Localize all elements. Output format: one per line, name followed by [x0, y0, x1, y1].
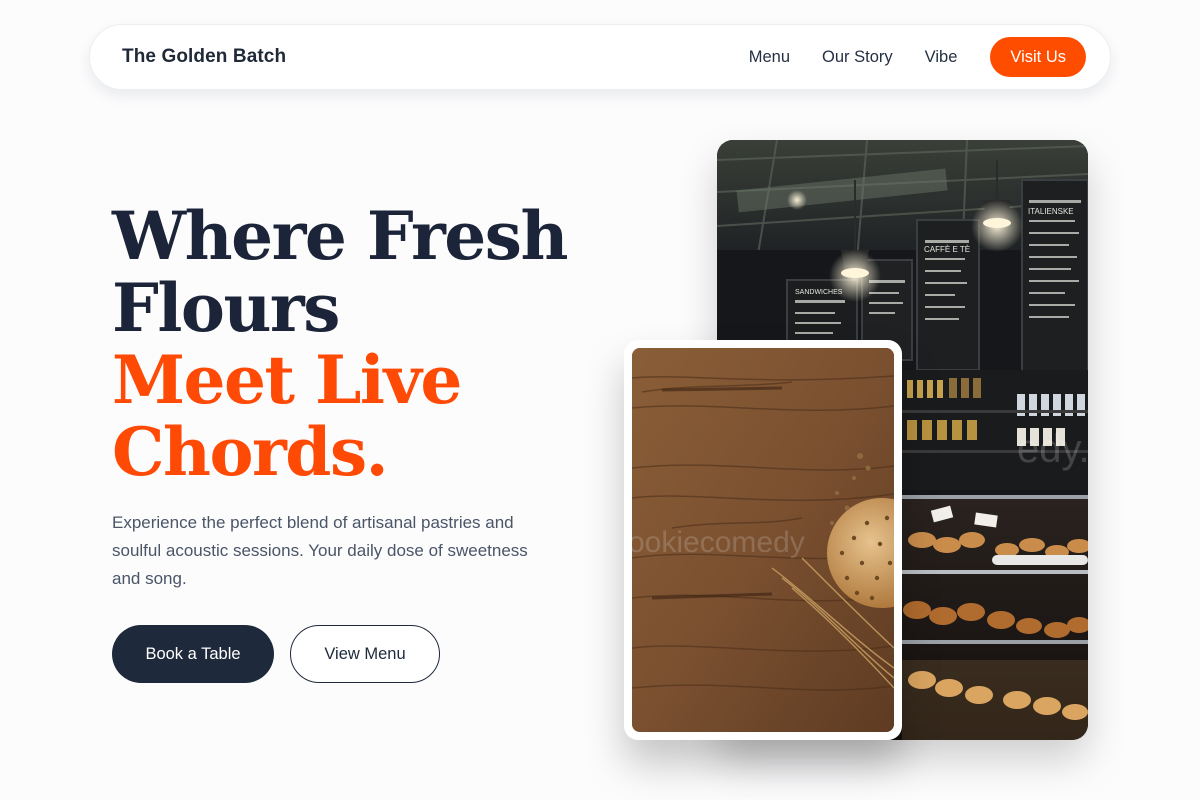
wood-watermark: ookiecomedy: [632, 526, 805, 559]
book-table-button[interactable]: Book a Table: [112, 625, 274, 683]
bakery-watermark: edy.co: [1017, 427, 1088, 471]
nav-link-our-story[interactable]: Our Story: [822, 48, 893, 67]
nav-link-menu[interactable]: Menu: [749, 48, 790, 67]
wood-table-photo: ookiecomedy: [632, 348, 894, 732]
hero-description: Experience the perfect blend of artisana…: [112, 513, 528, 588]
hero-title-line-1: Where Fresh: [112, 197, 568, 275]
hero-title-line-4: Chords.: [112, 413, 389, 491]
hero-title-line-2: Flours: [112, 269, 340, 347]
navbar: The Golden Batch Menu Our Story Vibe Vis…: [89, 24, 1111, 90]
wood-table-photo-card: ookiecomedy: [624, 340, 902, 740]
hero-title-line-3: Meet Live: [112, 341, 462, 419]
hero-buttons: Book a Table View Menu: [112, 625, 440, 683]
brand-logo[interactable]: The Golden Batch: [122, 46, 286, 68]
menu-board-text-3: ITALIENSKE: [1028, 207, 1074, 216]
menu-board-text-2: CAFFÈ E TÈ: [924, 245, 970, 254]
view-menu-button[interactable]: View Menu: [290, 625, 440, 683]
nav-link-vibe[interactable]: Vibe: [925, 48, 958, 67]
landing-page: The Golden Batch Menu Our Story Vibe Vis…: [0, 0, 1200, 800]
nav-links: Menu Our Story Vibe Visit Us: [749, 37, 1086, 77]
visit-us-button[interactable]: Visit Us: [990, 37, 1086, 77]
hero-title: Where Fresh Flours Meet Live Chords.: [112, 200, 612, 488]
